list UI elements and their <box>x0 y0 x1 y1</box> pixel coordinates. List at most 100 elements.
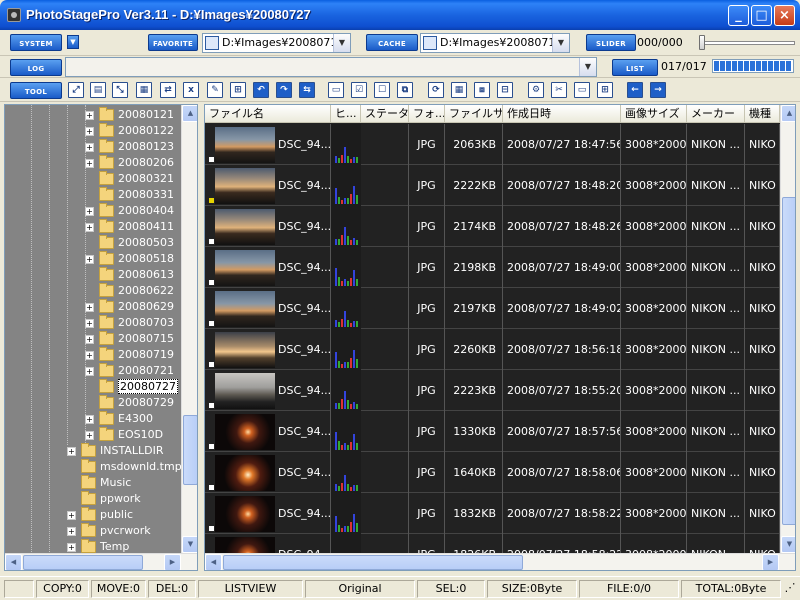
thumbnail-image[interactable] <box>215 291 275 327</box>
compare-icon[interactable]: ⧈ <box>474 82 490 98</box>
chevron-down-icon[interactable]: ▼ <box>333 34 350 52</box>
close-button[interactable]: × <box>774 5 795 26</box>
chevron-down-icon[interactable]: ▼ <box>579 58 596 76</box>
expand-icon[interactable]: + <box>85 335 94 344</box>
tree-hscroll-thumb[interactable] <box>23 555 143 570</box>
expand-icon[interactable]: + <box>85 255 94 264</box>
tree-item[interactable]: Music <box>5 475 183 491</box>
table-row[interactable]: DSC_94... JPG 1330KB 2008/07/27 18:57:56 300… <box>205 411 780 452</box>
expand-icon[interactable]: + <box>67 543 76 552</box>
tree-item[interactable]: 20080727 <box>5 379 183 395</box>
table-row[interactable]: DSC_94... JPG 2198KB 2008/07/27 18:49:00 300… <box>205 247 780 288</box>
file-list[interactable]: ファイル名ヒ...ステータ...フォ...ファイルサ...作成日時画像サイズメー… <box>204 104 796 571</box>
scroll-down-button[interactable]: ▼ <box>781 536 795 553</box>
filename-cell[interactable]: DSC_94... <box>205 329 331 370</box>
folder-tree[interactable]: +20080121 +20080122 +20080123 +20080206 2008… <box>4 104 198 571</box>
settings-icon[interactable]: ⚙ <box>528 82 544 98</box>
tools-icon[interactable]: ✂ <box>551 82 567 98</box>
window-icon[interactable]: ▭ <box>574 82 590 98</box>
expand-icon[interactable]: + <box>85 319 94 328</box>
tree-item[interactable]: 20080321 <box>5 171 183 187</box>
expand-icon[interactable]: + <box>67 527 76 536</box>
expand-icon[interactable]: + <box>85 127 94 136</box>
expand-icon[interactable]: + <box>85 351 94 360</box>
layout-icon[interactable]: ⊟ <box>497 82 513 98</box>
checkbox-icon[interactable] <box>209 157 214 162</box>
cache-select[interactable]: D:¥Images¥20080719 ▼ <box>420 33 570 53</box>
collapse-icon[interactable]: ⤡ <box>112 82 128 98</box>
tree-item[interactable]: +20080703 <box>5 315 183 331</box>
check-icon[interactable]: ☑ <box>351 82 367 98</box>
tree-icon[interactable]: ▤ <box>90 82 106 98</box>
filename-cell[interactable]: DSC_94... <box>205 206 331 247</box>
tree-item[interactable]: +20080629 <box>5 299 183 315</box>
expand-icon[interactable]: + <box>85 159 94 168</box>
filename-cell[interactable]: DSC_94... <box>205 452 331 493</box>
scroll-right-button[interactable]: ▶ <box>164 554 181 570</box>
thumbnail-image[interactable] <box>215 496 275 532</box>
scroll-left-button[interactable]: ◀ <box>205 554 222 570</box>
system-button[interactable]: SYSTEM <box>10 34 62 51</box>
expand-icon[interactable]: + <box>85 367 94 376</box>
multi-icon[interactable]: ⧉ <box>397 82 413 98</box>
expand-icon[interactable]: ⤢ <box>68 82 84 98</box>
scroll-up-button[interactable]: ▲ <box>781 105 795 122</box>
rotate-right-icon[interactable]: ↷ <box>276 82 292 98</box>
expand-icon[interactable]: + <box>85 111 94 120</box>
table-row[interactable]: DSC_94... JPG 1832KB 2008/07/27 18:58:22 300… <box>205 493 780 534</box>
table-row[interactable]: DSC_94... JPG 2260KB 2008/07/27 18:56:18 300… <box>205 329 780 370</box>
scroll-up-button[interactable]: ▲ <box>182 105 197 122</box>
tree-item[interactable]: ppwork <box>5 491 183 507</box>
tree-item[interactable]: +20080411 <box>5 219 183 235</box>
checkbox-icon[interactable] <box>209 321 214 326</box>
tag-icon[interactable]: ✎ <box>207 82 223 98</box>
column-header[interactable]: ファイル名 <box>205 105 331 123</box>
checkbox-icon[interactable] <box>209 526 214 531</box>
tile-icon[interactable]: ⊞ <box>597 82 613 98</box>
exif-icon[interactable]: x <box>183 82 199 98</box>
thumbnail-image[interactable] <box>215 209 275 245</box>
list-scroll-thumb[interactable] <box>782 197 795 525</box>
favorite-select[interactable]: D:¥Images¥20080719 ▼ <box>202 33 351 53</box>
tree-horizontal-scrollbar[interactable]: ◀ ▶ <box>5 553 197 570</box>
column-header[interactable]: 作成日時 <box>503 105 621 123</box>
tree-item[interactable]: +20080404 <box>5 203 183 219</box>
forward-icon[interactable]: → <box>650 82 666 98</box>
scroll-right-button[interactable]: ▶ <box>762 554 779 570</box>
checkbox-icon[interactable] <box>209 239 214 244</box>
flip-icon[interactable]: ⇆ <box>299 82 315 98</box>
app-icon[interactable] <box>7 8 21 22</box>
tree-item[interactable]: 20080503 <box>5 235 183 251</box>
expand-icon[interactable]: + <box>85 207 94 216</box>
thumbnail-image[interactable] <box>215 168 275 204</box>
tree-item[interactable]: 20080613 <box>5 267 183 283</box>
tree-item[interactable]: 20080622 <box>5 283 183 299</box>
table-row[interactable]: DSC_94... JPG 2222KB 2008/07/27 18:48:20 300… <box>205 165 780 206</box>
flag-marked-icon[interactable] <box>209 198 214 203</box>
thumbnail-image[interactable] <box>215 250 275 286</box>
table-row[interactable]: DSC_94... JPG 2197KB 2008/07/27 18:49:02 300… <box>205 288 780 329</box>
tree-item[interactable]: + public <box>5 507 183 523</box>
column-header[interactable]: ステータ... <box>361 105 409 123</box>
tree-item[interactable]: +20080719 <box>5 347 183 363</box>
tree-item[interactable]: +20080206 <box>5 155 183 171</box>
tree-item[interactable]: 20080331 <box>5 187 183 203</box>
expand-icon[interactable]: + <box>85 143 94 152</box>
thumbnail-image[interactable] <box>215 127 275 163</box>
log-select[interactable]: ▼ <box>65 57 597 77</box>
back-icon[interactable]: ← <box>627 82 643 98</box>
scroll-left-button[interactable]: ◀ <box>5 554 22 570</box>
expand-icon[interactable]: + <box>85 223 94 232</box>
calc-icon[interactable]: ▦ <box>451 82 467 98</box>
tree-scroll-thumb[interactable] <box>183 415 197 485</box>
slider-button[interactable]: SLIDER <box>586 34 636 51</box>
list-hscroll-thumb[interactable] <box>223 555 523 570</box>
tree-item[interactable]: + E4300 <box>5 411 183 427</box>
tree-item[interactable]: +20080721 <box>5 363 183 379</box>
column-header[interactable]: ヒ... <box>331 105 361 123</box>
tree-item[interactable]: +20080122 <box>5 123 183 139</box>
minimize-button[interactable]: _ <box>728 5 749 26</box>
tree-item[interactable]: + EOS10D <box>5 427 183 443</box>
tree-item[interactable]: +20080123 <box>5 139 183 155</box>
list-horizontal-scrollbar[interactable]: ◀ ▶ <box>205 553 795 570</box>
